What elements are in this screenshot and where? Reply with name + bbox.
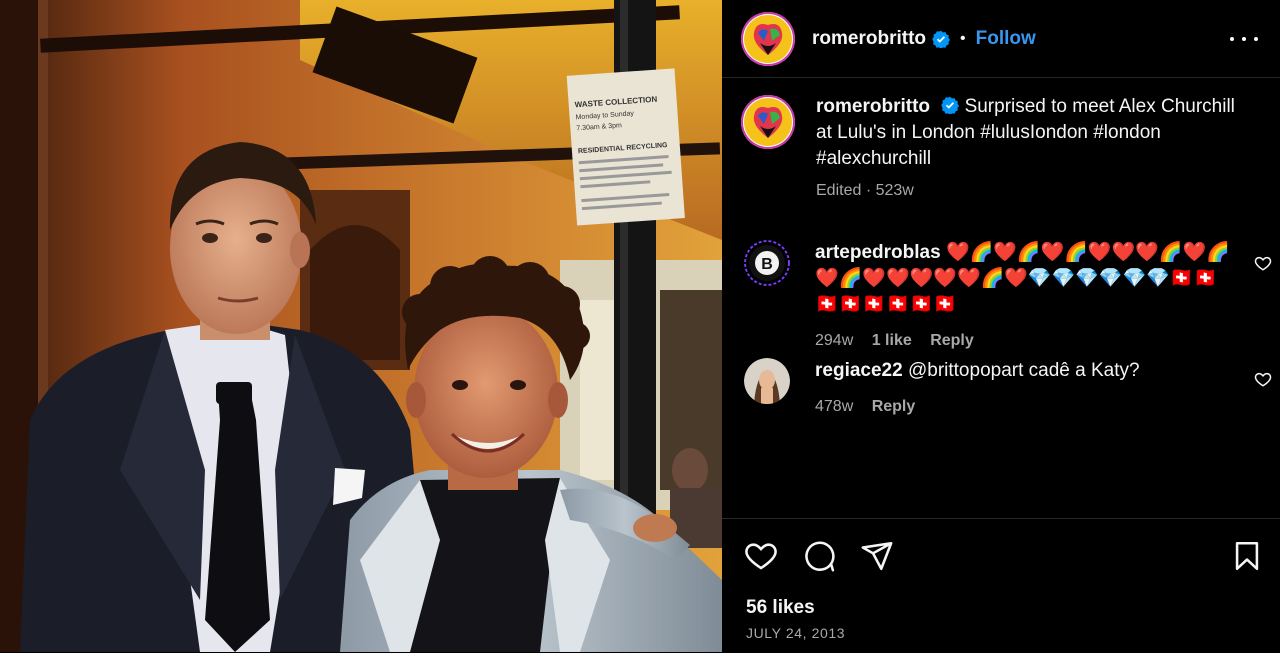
post-date: JULY 24, 2013 xyxy=(746,625,846,641)
caption-avatar[interactable] xyxy=(740,94,796,150)
commenter-avatar[interactable] xyxy=(744,358,790,404)
header-separator: • xyxy=(960,29,966,47)
post-sidebar: romerobritto • Follow romerobritto Surpr… xyxy=(722,0,1280,652)
comment-body: regiace22 @brittopopart cadê a Katy? 478… xyxy=(815,358,1235,416)
svg-text:B: B xyxy=(761,256,773,273)
caption-username[interactable]: romerobritto xyxy=(816,96,930,117)
post-header: romerobritto • Follow xyxy=(722,0,1280,78)
caption-meta: Edited · 523w xyxy=(816,182,914,199)
save-bookmark-icon[interactable] xyxy=(1230,539,1264,573)
likes-count[interactable]: 56 likes xyxy=(746,597,815,619)
author-avatar[interactable] xyxy=(740,11,796,67)
author-username[interactable]: romerobritto xyxy=(812,28,926,50)
comment-meta: 478w Reply xyxy=(815,398,1235,416)
follow-button[interactable]: Follow xyxy=(976,28,1036,50)
commenter-avatar[interactable]: B xyxy=(744,240,790,286)
verified-badge-icon xyxy=(932,30,950,48)
action-icons xyxy=(744,539,894,573)
post-actions: 56 likes JULY 24, 2013 xyxy=(722,518,1280,653)
photo-illustration: WASTE COLLECTION Monday to Sunday 7.30am… xyxy=(0,0,722,652)
comment-text: @brittopopart cadê a Katy? xyxy=(907,360,1140,381)
comment-like-heart-icon[interactable] xyxy=(1254,254,1272,272)
comment: B artepedroblas ❤️🌈❤️🌈❤️🌈❤️❤️❤️🌈❤️🌈❤️🌈❤️… xyxy=(744,240,1272,350)
comment-age: 294w xyxy=(815,332,854,349)
more-options-icon[interactable] xyxy=(1230,29,1258,49)
comment-likes[interactable]: 1 like xyxy=(872,332,912,349)
comment-age: 478w xyxy=(815,398,854,415)
verified-badge-icon xyxy=(941,96,960,114)
comment-meta: 294w 1 like Reply xyxy=(815,332,1235,350)
comment-username[interactable]: regiace22 xyxy=(815,360,903,381)
instagram-post: WASTE COLLECTION Monday to Sunday 7.30am… xyxy=(0,0,1280,652)
comment: regiace22 @brittopopart cadê a Katy? 478… xyxy=(744,358,1272,416)
comment-body: artepedroblas ❤️🌈❤️🌈❤️🌈❤️❤️❤️🌈❤️🌈❤️🌈❤️❤️… xyxy=(815,240,1235,350)
post-photo[interactable]: WASTE COLLECTION Monday to Sunday 7.30am… xyxy=(0,0,722,652)
comment-reply-button[interactable]: Reply xyxy=(930,332,974,349)
comment-reply-button[interactable]: Reply xyxy=(872,398,916,415)
comment-username[interactable]: artepedroblas xyxy=(815,242,941,263)
caption-text-block: romerobritto Surprised to meet Alex Chur… xyxy=(816,94,1236,172)
caption: romerobritto Surprised to meet Alex Chur… xyxy=(740,94,1260,200)
comment-text-block: regiace22 @brittopopart cadê a Katy? xyxy=(815,358,1235,384)
share-paper-plane-icon[interactable] xyxy=(860,539,894,573)
comment-like-heart-icon[interactable] xyxy=(1254,370,1272,388)
like-heart-icon[interactable] xyxy=(744,539,778,573)
comment-text-block: artepedroblas ❤️🌈❤️🌈❤️🌈❤️❤️❤️🌈❤️🌈❤️🌈❤️❤️… xyxy=(815,240,1235,318)
caption-body: romerobritto Surprised to meet Alex Chur… xyxy=(816,94,1236,200)
comment-bubble-icon[interactable] xyxy=(802,539,836,573)
